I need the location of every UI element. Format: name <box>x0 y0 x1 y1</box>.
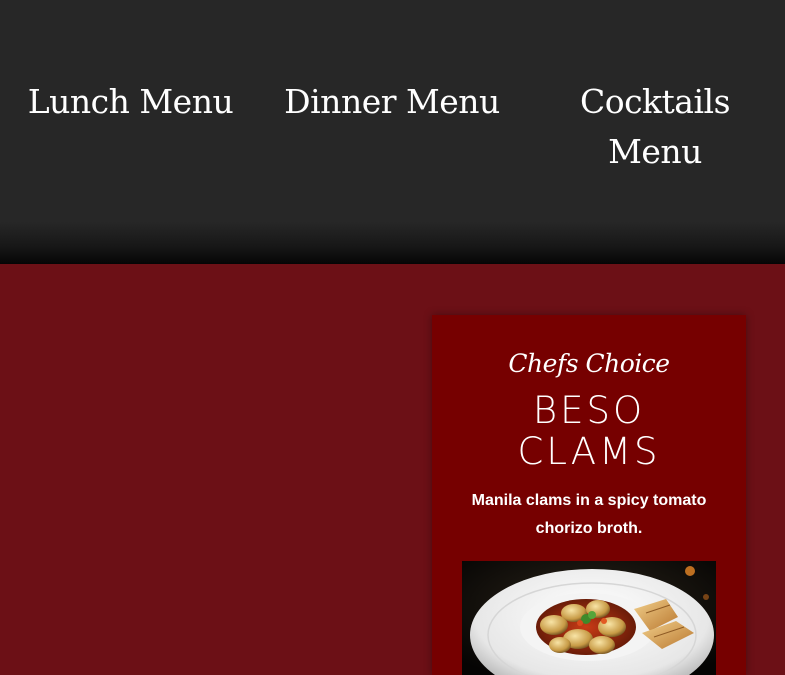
featured-dish-title-line-2: CLAMS <box>517 430 661 473</box>
nav-link-dinner-menu[interactable]: Dinner Menu <box>261 77 523 127</box>
featured-dish-description: Manila clams in a spicy tomato chorizo b… <box>471 492 707 537</box>
nav-link-lunch-menu[interactable]: Lunch Menu <box>0 77 261 127</box>
featured-dish-title: BESO CLAMS <box>432 390 746 472</box>
clams-dish-photo <box>462 561 716 675</box>
clams-dish-illustration <box>462 561 716 675</box>
featured-dish-card: Chefs Choice BESO CLAMS Manila clams in … <box>432 315 746 675</box>
featured-kicker: Chefs Choice <box>508 349 670 378</box>
featured-dish-title-line-1: BESO <box>532 389 646 432</box>
nav-link-cocktails-menu[interactable]: Cocktails Menu <box>557 77 753 177</box>
top-navigation: Lunch Menu Dinner Menu Cocktails Menu <box>0 0 785 264</box>
